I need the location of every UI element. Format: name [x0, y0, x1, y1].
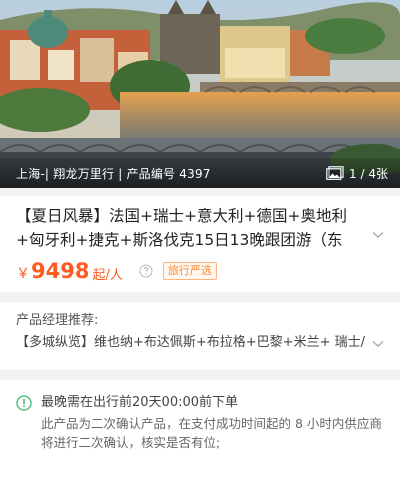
- photo-count-text: 1 / 4张: [349, 166, 388, 181]
- manager-recommendation-card[interactable]: 产品经理推荐: 【多城纵览】维也纳+布达佩斯+布拉格+巴黎+米兰+ 瑞士/: [0, 302, 400, 370]
- hero-info-bar: 上海-| 翔龙万里行 | 产品编号 4397 1 / 4张: [0, 158, 400, 188]
- price-value: 9498: [31, 259, 90, 283]
- recommendation-text: 【多城纵览】维也纳+布达佩斯+布拉格+巴黎+米兰+ 瑞士/: [16, 335, 365, 350]
- selection-badge: 旅行严选: [162, 262, 217, 280]
- price-row: ￥ 9498 起/人 旅行严选: [16, 258, 384, 284]
- photo-counter[interactable]: 1 / 4张: [326, 165, 388, 182]
- product-caption: 上海-| 翔龙万里行 | 产品编号 4397: [16, 166, 211, 181]
- price-currency: ￥: [16, 266, 30, 282]
- booking-notice: 最晚需在出行前20天00:00前下单 此产品为二次确认产品，在支付成功时间起的 …: [16, 394, 384, 452]
- recommendation-label: 产品经理推荐:: [16, 313, 99, 328]
- hero-image[interactable]: 上海-| 翔龙万里行 | 产品编号 4397 1 / 4张: [0, 0, 400, 188]
- order-deadline: 最晚需在出行前20天00:00前下单: [41, 395, 239, 410]
- gallery-icon: [326, 166, 344, 180]
- price-unit: 起/人: [92, 267, 123, 283]
- chevron-down-icon[interactable]: [372, 231, 384, 239]
- booking-notice-card: 最晚需在出行前20天00:00前下单 此产品为二次确认产品，在支付成功时间起的 …: [0, 380, 400, 480]
- confirmation-note: 此产品为二次确认产品，在支付成功时间起的 8 小时内供应商将进行二次确认，核实是…: [41, 416, 382, 450]
- info-circle-icon: [16, 395, 32, 411]
- chevron-down-icon[interactable]: [372, 340, 384, 348]
- question-circle-icon[interactable]: [139, 264, 153, 278]
- product-title[interactable]: 【夏日风暴】法国+瑞士+意大利+德国+奥地利+匈牙利+捷克+斯洛伐克15日13晚…: [16, 204, 384, 252]
- product-summary-card: 【夏日风暴】法国+瑞士+意大利+德国+奥地利+匈牙利+捷克+斯洛伐克15日13晚…: [0, 196, 400, 292]
